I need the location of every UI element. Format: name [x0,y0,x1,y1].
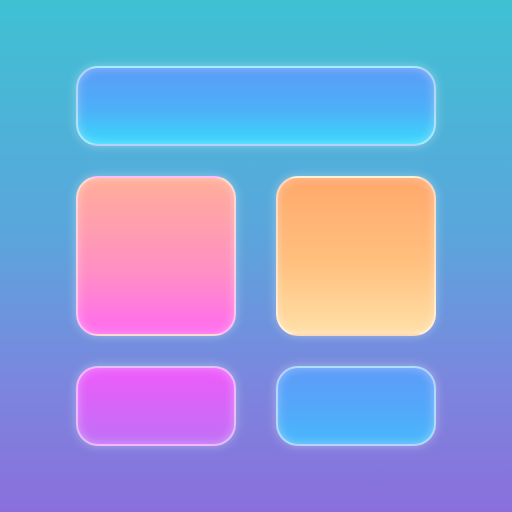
blue-tile [276,366,436,446]
header-tile [76,66,436,146]
orange-tile [276,176,436,336]
magenta-tile [76,366,236,446]
layout-grid-icon [0,0,512,512]
pink-tile [76,176,236,336]
